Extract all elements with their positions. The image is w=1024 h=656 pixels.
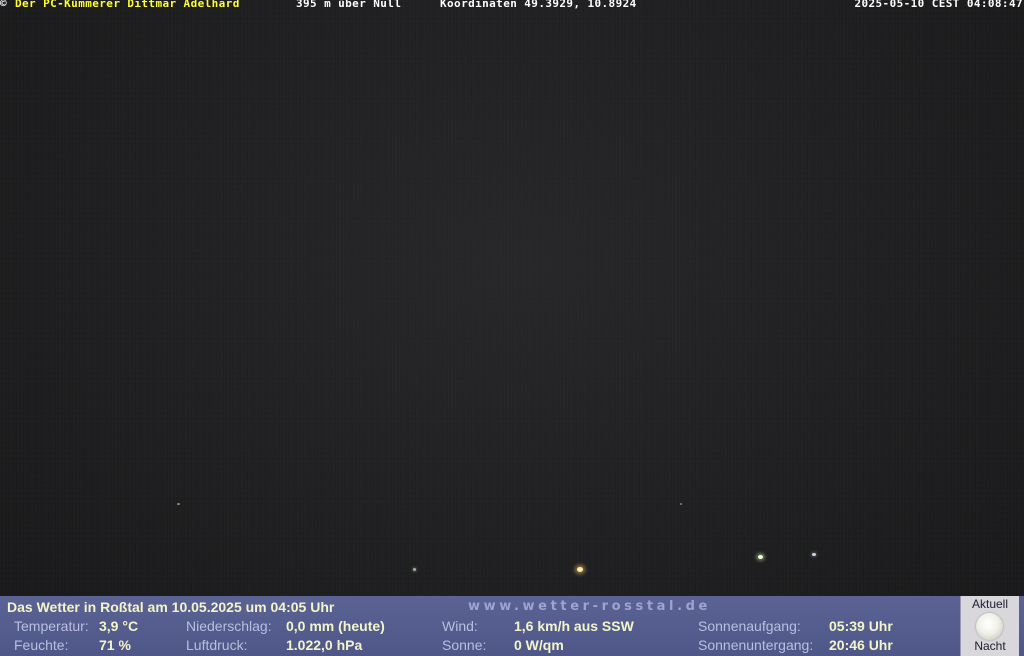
- sunset-value: 20:46 Uhr: [829, 637, 893, 653]
- website-url[interactable]: www.wetter-rosstal.de: [468, 599, 711, 614]
- temperature-value: 3,9 °C: [99, 618, 139, 634]
- sun-value: 0 W/qm: [514, 637, 564, 653]
- owner-name: Der PC-Kümmerer Dittmar Adelhard: [15, 0, 240, 10]
- temperature-label: Temperatur:: [14, 618, 89, 634]
- sunset-label: Sonnenuntergang:: [698, 637, 814, 653]
- precipitation-label: Niederschlag:: [186, 618, 272, 634]
- sun-label: Sonne:: [442, 637, 487, 653]
- full-moon-icon: [976, 613, 1003, 640]
- weather-title: Das Wetter in Roßtal am 10.05.2025 um 04…: [7, 599, 335, 615]
- precipitation-value: 0,0 mm (heute): [286, 618, 385, 634]
- sunrise-value: 05:39 Uhr: [829, 618, 893, 634]
- webcam-frame: © Der PC-Kümmerer Dittmar Adelhard 395 m…: [0, 0, 1024, 656]
- street-light: [577, 567, 583, 572]
- distant-light: [680, 503, 682, 505]
- altitude-text: 395 m über Null: [296, 0, 402, 10]
- pressure-value: 1.022,0 hPa: [286, 637, 363, 653]
- weather-panel: Das Wetter in Roßtal am 10.05.2025 um 04…: [0, 596, 1024, 656]
- street-light: [812, 553, 816, 556]
- distant-light: [177, 503, 180, 505]
- moon-label-night: Nacht: [974, 639, 1006, 653]
- sunrise-label: Sonnenaufgang:: [698, 618, 801, 634]
- timestamp-text: 2025-05-10 CEST 04:08:47: [854, 0, 1023, 10]
- wind-label: Wind:: [442, 618, 478, 634]
- wind-value: 1,6 km/h aus SSW: [514, 618, 634, 634]
- moon-phase-box: Aktuell Nacht: [960, 596, 1019, 656]
- moon-label-current: Aktuell: [971, 597, 1009, 611]
- webcam-caption-bar: © Der PC-Kümmerer Dittmar Adelhard 395 m…: [0, 0, 1024, 11]
- coordinates-text: Koordinaten 49.3929, 10.8924: [440, 0, 637, 10]
- copyright-symbol: ©: [0, 0, 8, 10]
- humidity-label: Feuchte:: [14, 637, 69, 653]
- street-light: [758, 555, 763, 559]
- pressure-label: Luftdruck:: [186, 637, 248, 653]
- street-light: [413, 568, 416, 571]
- humidity-value: 71 %: [99, 637, 131, 653]
